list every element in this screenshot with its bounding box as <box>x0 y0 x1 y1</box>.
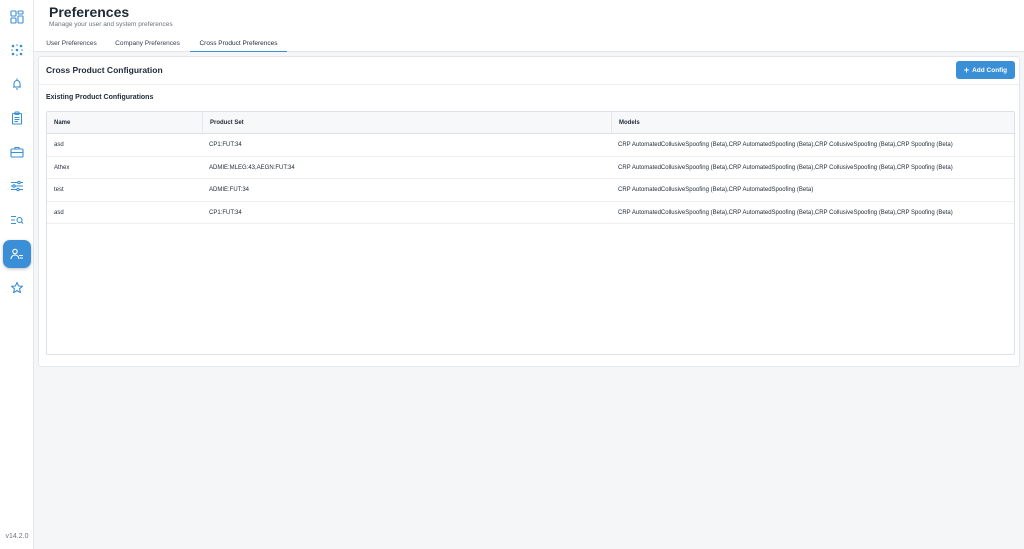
add-config-button[interactable]: + Add Config <box>956 61 1015 79</box>
cell-models: CRP AutomatedCollusiveSpoofing (Beta),CR… <box>618 187 814 193</box>
table-row[interactable]: asd CP1:FUT:34 CRP AutomatedCollusiveSpo… <box>47 202 1014 224</box>
briefcase-icon <box>10 146 24 158</box>
cell-product-set: ADMIE:MLEG:43,AEGN:FUT:34 <box>209 164 295 171</box>
table-row[interactable]: Athex ADMIE:MLEG:43,AEGN:FUT:34 CRP Auto… <box>47 157 1014 179</box>
preferences-tabs: User Preferences Company Preferences Cro… <box>34 36 1024 52</box>
sidebar: v14.2.0 <box>0 0 34 549</box>
user-settings-icon <box>10 248 23 260</box>
cell-name: asd <box>54 209 64 216</box>
sliders-icon <box>11 180 23 192</box>
panel-title: Cross Product Configuration <box>46 65 163 75</box>
add-config-label: Add Config <box>972 66 1008 74</box>
section-title: Existing Product Configurations <box>46 94 154 101</box>
tab-user-preferences[interactable]: User Preferences <box>39 36 104 52</box>
tab-cross-product-preferences[interactable]: Cross Product Preferences <box>190 36 287 52</box>
clipboard-icon <box>11 111 23 125</box>
sidebar-item-alerts[interactable] <box>3 70 31 98</box>
configurations-table: Name Product Set Models asd CP1:FUT:34 C… <box>46 111 1015 355</box>
column-header-models[interactable]: Models <box>611 112 1016 134</box>
cell-name: asd <box>54 142 64 148</box>
dashboard-icon <box>10 10 24 24</box>
tab-company-preferences[interactable]: Company Preferences <box>110 36 185 52</box>
cell-models: CRP AutomatedCollusiveSpoofing (Beta),CR… <box>618 209 953 216</box>
cross-product-panel: Cross Product Configuration + Add Config… <box>38 56 1020 367</box>
page-subtitle: Manage your user and system preferences <box>49 21 173 28</box>
sidebar-item-settings[interactable] <box>3 172 31 200</box>
star-icon <box>11 281 23 294</box>
cell-name: Athex <box>54 164 70 171</box>
plus-icon: + <box>963 64 970 75</box>
table-row[interactable]: asd CP1:FUT:34 CRP AutomatedCollusiveSpo… <box>47 134 1014 157</box>
search-list-icon <box>11 215 24 225</box>
page-header: Preferences Manage your user and system … <box>34 0 1024 36</box>
sidebar-item-cases[interactable] <box>3 138 31 166</box>
cell-models: CRP AutomatedCollusiveSpoofing (Beta),CR… <box>618 164 953 171</box>
sidebar-item-favorites[interactable] <box>3 274 31 302</box>
sidebar-item-search[interactable] <box>3 206 31 234</box>
table-header: Name Product Set Models <box>47 112 1014 134</box>
cell-models: CRP AutomatedCollusiveSpoofing (Beta),CR… <box>618 142 953 148</box>
cell-product-set: ADMIE:FUT:34 <box>209 187 250 193</box>
sidebar-item-preferences[interactable] <box>3 240 31 268</box>
table-row[interactable]: test ADMIE:FUT:34 CRP AutomatedCollusive… <box>47 179 1014 202</box>
column-header-product-set[interactable]: Product Set <box>202 112 611 134</box>
network-icon <box>11 44 23 56</box>
sidebar-item-dashboard[interactable] <box>3 3 31 31</box>
cell-name: test <box>54 187 64 193</box>
panel-divider <box>39 84 1019 85</box>
cell-product-set: CP1:FUT:34 <box>209 142 242 148</box>
page-title: Preferences <box>49 4 130 20</box>
bell-icon <box>13 78 21 90</box>
sidebar-item-network[interactable] <box>3 36 31 64</box>
column-header-name[interactable]: Name <box>47 112 202 134</box>
cell-product-set: CP1:FUT:34 <box>209 209 242 216</box>
sidebar-item-reports[interactable] <box>3 104 31 132</box>
app-version: v14.2.0 <box>5 533 29 540</box>
